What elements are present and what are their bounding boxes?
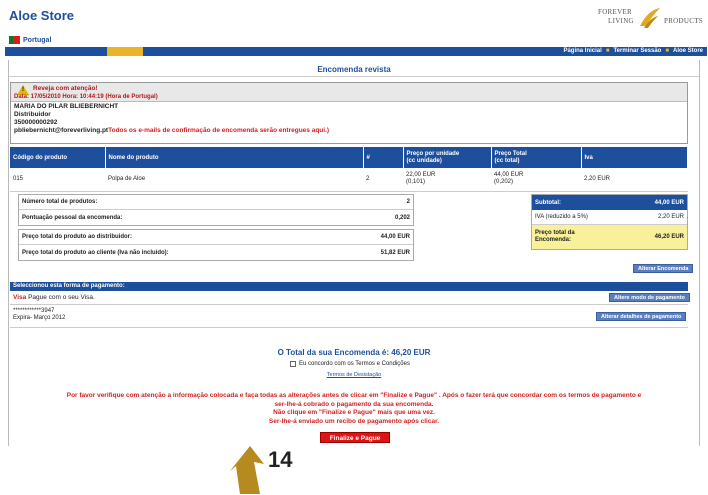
customer-role: Distribuidor (14, 111, 51, 118)
iva-label: IVA (reduzido a 5%) (535, 214, 588, 220)
warning-title: Reveja com atenção! (33, 85, 98, 92)
col-header-total-price: Preço Total (cc total) (491, 147, 582, 168)
email-notice: Todos os e-mails de confirmação de encom… (108, 127, 330, 134)
subtotal-value: 44,00 EUR (654, 199, 684, 206)
alter-payment-method-button[interactable]: Altere modo de pagamento (609, 293, 690, 302)
page-title: Encomenda revista (317, 65, 391, 74)
notice-line: ser-lhe-á cobrado o pagamento da sua enc… (274, 400, 434, 408)
logo-products-text: PRODUCTS (664, 17, 703, 25)
order-totals-box: Subtotal: 44,00 EUR IVA (reduzido a 5%) 2,… (531, 194, 688, 250)
payment-method-row: Visa Pague com o seu Visa. (10, 292, 688, 305)
cell-iva: 2,20 EUR (581, 168, 688, 192)
terms-checkbox[interactable] (290, 361, 296, 367)
subtotal-row: Subtotal: 44,00 EUR (532, 195, 687, 210)
col-header-code: Código do produto (10, 147, 106, 168)
iva-value: 2,20 EUR (657, 214, 684, 220)
customer-email: pbliebernicht@foreverliving.pt (14, 127, 109, 134)
nav-link-home[interactable]: Página Inicial (563, 48, 601, 54)
cell-qty: 2 (363, 168, 403, 192)
summary-label: Preço total do produto ao distribuidor: (22, 234, 132, 240)
navbar-segment-gold (107, 47, 143, 56)
col-header-iva: Iva (581, 147, 688, 168)
unit-price-value: 22,00 EUR (406, 172, 436, 179)
nav-separator: ■ (665, 48, 669, 54)
col-header-name: Nome do produto (105, 147, 364, 168)
col-header-qty: # (363, 147, 404, 168)
payment-method-text: Pague com o seu Visa. (28, 294, 95, 301)
order-total-value: 46,20 EUR (654, 234, 684, 240)
payment-method-name: Visa (13, 294, 27, 301)
card-expiry: Expira- Março 2012 (13, 315, 66, 321)
summary-row-total-products: Número total de produtos: 2 (19, 195, 413, 210)
cell-total-price: 44,00 EUR (0,202) (491, 168, 581, 192)
nav-links: Página Inicial ■ Terminar Sessão ■ Aloe … (563, 48, 703, 54)
portugal-flag-icon (9, 36, 20, 44)
finalize-and-pay-button[interactable]: Finalize e Pague (320, 432, 390, 443)
notice-line: Por favor verifique com atenção a inform… (66, 392, 642, 399)
alter-order-button[interactable]: Alterar Encomenda (633, 264, 694, 273)
country-label: Portugal (23, 36, 52, 44)
summary-value: 0,202 (394, 214, 410, 221)
order-total-label: Preço total da Encomenda: (535, 230, 575, 243)
col-header-unit-price: Preço por unidade (cc unidade) (403, 147, 492, 168)
store-title[interactable]: Aloe Store (9, 8, 74, 23)
order-summary-counts: Número total de produtos: 2 Pontuação pes… (18, 194, 414, 226)
country-selector[interactable]: Portugal (9, 36, 51, 44)
order-total-row: Preço total da Encomenda: 46,20 EUR (532, 225, 687, 249)
table-row: 015 Polpa de Aloe 2 22,00 EUR (0,101) 44,… (10, 168, 688, 192)
forever-living-logo[interactable]: FOREVER LIVING PRODUCTS (594, 6, 703, 32)
total-price-value: 44,00 EUR (494, 172, 524, 179)
logo-forever-text: FOREVER (598, 8, 632, 16)
notice-line: Não clique em "Finalize e Pague" mais qu… (273, 409, 435, 416)
grand-total-text: O Total da sua Encomenda é: 46,20 EUR (277, 348, 431, 357)
unit-cc-value: (0,101) (406, 179, 426, 186)
logo-living-text: LIVING (608, 17, 634, 25)
cell-code: 015 (10, 168, 105, 192)
subtotal-label: Subtotal: (535, 199, 561, 206)
card-details-row: ************3947 Expira- Março 2012 (10, 306, 688, 328)
summary-value: 44,00 EUR (380, 234, 410, 240)
summary-label: Pontuação pessoal da encomenda: (22, 214, 123, 221)
top-navbar: Página Inicial ■ Terminar Sessão ■ Aloe … (5, 47, 707, 56)
notice-line: Ser-lhe-á enviado um recibo de pagamento… (268, 417, 440, 425)
iva-row: IVA (reduzido a 5%) 2,20 EUR (532, 210, 687, 225)
customer-details: MARIA DO PILAR BLIEBERNICHT Distribuidor… (11, 102, 687, 136)
customer-email-line: pbliebernicht@foreverliving.ptTodos os e… (14, 127, 684, 135)
cell-unit-price: 22,00 EUR (0,101) (403, 168, 491, 192)
summary-row-distributor-price: Preço total do produto ao distribuidor: 4… (19, 230, 413, 245)
customer-name: MARIA DO PILAR BLIEBERNICHT (14, 103, 119, 110)
total-cc-value: (0,202) (494, 179, 514, 186)
order-summary-prices: Preço total do produto ao distribuidor: 4… (18, 229, 414, 261)
step-number: 14 (268, 447, 293, 472)
warning-date: Data: 17/05/2010 Hora: 10:44:19 (Hora de… (14, 94, 158, 100)
aloe-leaf-icon (640, 8, 660, 28)
summary-row-customer-price: Preço total do produto ao cliente (Iva n… (19, 245, 413, 260)
nav-link-aloe-store[interactable]: Aloe Store (673, 48, 703, 54)
warning-header: ! Reveja com atenção! Data: 17/05/2010 H… (11, 83, 687, 102)
nav-separator: ■ (605, 48, 610, 54)
page: Aloe Store FOREVER LIVING PRODUCTS Portu… (0, 0, 708, 495)
summary-row-personal-points: Pontuação pessoal da encomenda: 0,202 (19, 210, 413, 225)
review-warning-box: ! Reveja com atenção! Data: 17/05/2010 H… (10, 82, 688, 144)
finalize-notice: Por favor verifique com atenção a inform… (12, 392, 696, 426)
products-table: Código do produto Nome do produto # Preç… (10, 147, 688, 192)
summary-value: 2 (406, 199, 410, 205)
terms-agreement: Eu concordo com os Termos e Condições (290, 361, 410, 367)
terms-label: Eu concordo com os Termos e Condições (299, 361, 410, 367)
terms-link[interactable]: Termos de Desistação (0, 372, 708, 378)
table-header-row: Código do produto Nome do produto # Preç… (10, 147, 688, 168)
nav-link-logout[interactable]: Terminar Sessão (613, 48, 661, 54)
navbar-segment-blue (5, 47, 107, 56)
payment-section-heading: Seleccionou esta forma de pagamento: (10, 282, 688, 291)
summary-value: 51,82 EUR (380, 249, 410, 256)
card-number: ************3947 (13, 308, 55, 314)
summary-label: Preço total do produto ao cliente (Iva n… (22, 249, 169, 256)
summary-label: Número total de produtos: (22, 199, 98, 205)
alter-payment-details-button[interactable]: Alterar detalhes de pagamento (596, 312, 687, 321)
cell-name: Polpa de Aloe (105, 168, 363, 192)
title-divider (9, 76, 699, 77)
customer-id: 350000000292 (14, 119, 58, 126)
